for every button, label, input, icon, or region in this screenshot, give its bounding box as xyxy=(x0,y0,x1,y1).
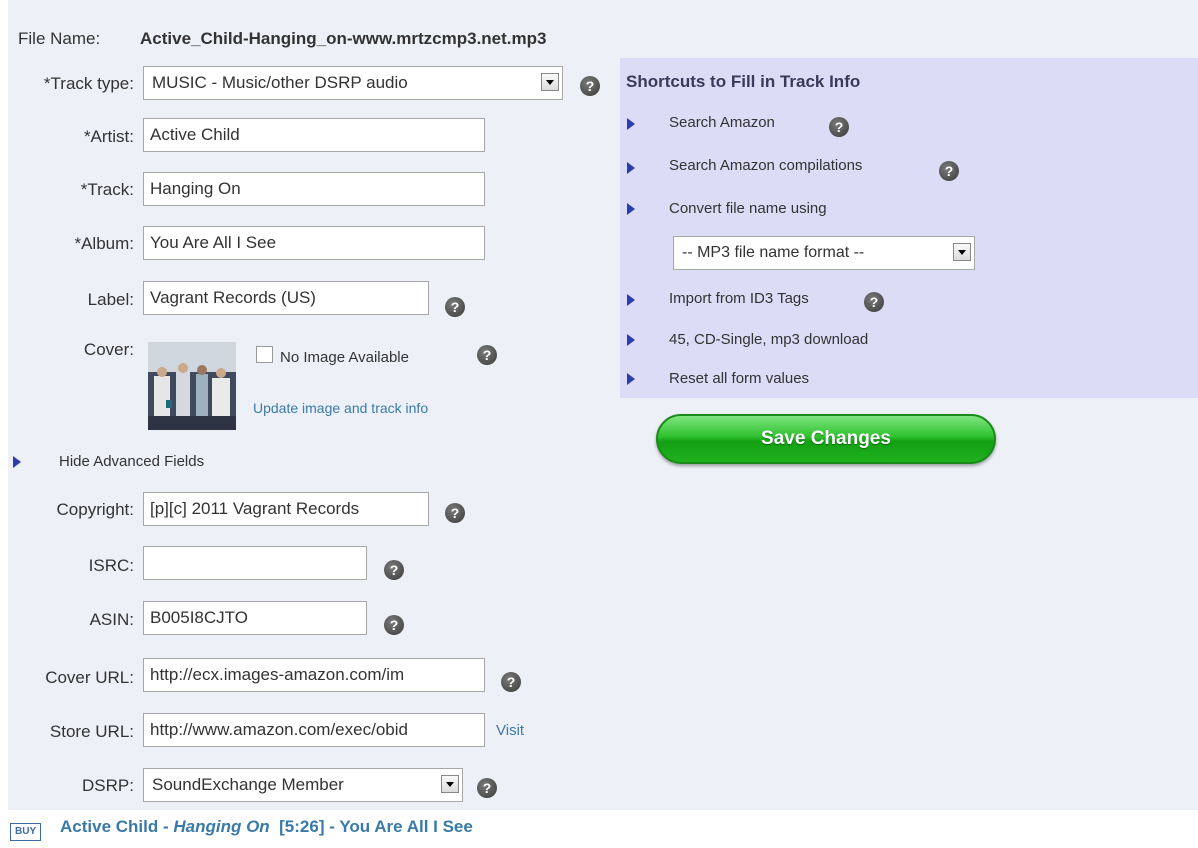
triangle-right-icon xyxy=(627,373,635,385)
summary-duration: [5:26] xyxy=(279,817,325,836)
summary-album-link[interactable]: You Are All I See xyxy=(339,817,473,836)
reset-form-link[interactable]: Reset all form values xyxy=(669,370,809,387)
summary-separator: - xyxy=(324,817,340,836)
triangle-right-icon xyxy=(627,118,635,130)
album-label: *Album: xyxy=(74,234,134,253)
mp3-format-select[interactable]: -- MP3 file name format -- xyxy=(673,236,975,270)
import-id3-help-icon[interactable]: ? xyxy=(864,292,884,312)
asin-label: ASIN: xyxy=(89,610,134,629)
asin-help-icon[interactable]: ? xyxy=(384,615,404,635)
dsrp-value: SoundExchange Member xyxy=(152,775,344,794)
no-image-label: No Image Available xyxy=(280,349,409,366)
release-type-link[interactable]: 45, CD-Single, mp3 download xyxy=(669,331,868,348)
convert-file-name-link[interactable]: Convert file name using xyxy=(669,200,827,217)
isrc-help-icon[interactable]: ? xyxy=(384,560,404,580)
triangle-right-icon xyxy=(627,294,635,306)
copyright-help-icon[interactable]: ? xyxy=(445,503,465,523)
summary-track-link[interactable]: Hanging On xyxy=(173,817,269,836)
triangle-right-icon xyxy=(627,162,635,174)
no-image-checkbox[interactable] xyxy=(256,346,273,363)
search-compilations-link[interactable]: Search Amazon compilations xyxy=(669,157,862,174)
cover-help-icon[interactable]: ? xyxy=(477,345,497,365)
track-type-help-icon[interactable]: ? xyxy=(580,76,600,96)
search-compilations-help-icon[interactable]: ? xyxy=(939,161,959,181)
dropdown-arrow-icon[interactable] xyxy=(953,243,971,261)
track-summary: Active Child - Hanging On [5:26] - You A… xyxy=(60,817,473,837)
visit-link[interactable]: Visit xyxy=(496,722,524,739)
record-label-label: Label: xyxy=(87,290,134,309)
import-id3-link[interactable]: Import from ID3 Tags xyxy=(669,290,809,307)
track-type-label: *Track type: xyxy=(43,74,134,93)
track-input[interactable]: Hanging On xyxy=(143,172,485,206)
dsrp-label: DSRP: xyxy=(82,776,134,795)
search-amazon-link[interactable]: Search Amazon xyxy=(669,114,775,131)
track-label: *Track: xyxy=(80,180,134,199)
file-name-label: File Name: xyxy=(18,29,101,48)
album-input[interactable]: You Are All I See xyxy=(143,226,485,260)
triangle-right-icon xyxy=(13,456,21,468)
track-type-value: MUSIC - Music/other DSRP audio xyxy=(152,73,408,92)
cover-url-help-icon[interactable]: ? xyxy=(501,672,521,692)
file-name-value: Active_Child-Hanging_on-www.mrtzcmp3.net… xyxy=(140,29,547,48)
search-amazon-help-icon[interactable]: ? xyxy=(829,117,849,137)
shortcuts-title: Shortcuts to Fill in Track Info xyxy=(626,72,861,91)
store-url-label: Store URL: xyxy=(49,722,134,741)
mp3-format-value: -- MP3 file name format -- xyxy=(682,244,865,261)
label-help-icon[interactable]: ? xyxy=(445,297,465,317)
copyright-input[interactable]: [p][c] 2011 Vagrant Records xyxy=(143,492,429,526)
cover-url-input[interactable]: http://ecx.images-amazon.com/im xyxy=(143,658,485,692)
dropdown-arrow-icon[interactable] xyxy=(541,73,559,91)
triangle-right-icon xyxy=(627,334,635,346)
store-url-input[interactable]: http://www.amazon.com/exec/obid xyxy=(143,713,485,747)
save-changes-button[interactable]: Save Changes xyxy=(656,414,996,464)
isrc-input[interactable] xyxy=(143,546,367,580)
copyright-label: Copyright: xyxy=(56,500,134,519)
summary-artist-link[interactable]: Active Child xyxy=(60,817,158,836)
artist-input[interactable]: Active Child xyxy=(143,118,485,152)
isrc-label: ISRC: xyxy=(88,556,134,575)
hide-advanced-fields-toggle[interactable]: Hide Advanced Fields xyxy=(59,453,204,470)
dsrp-help-icon[interactable]: ? xyxy=(477,778,497,798)
asin-input[interactable]: B005I8CJTO xyxy=(143,601,367,635)
update-image-link[interactable]: Update image and track info xyxy=(253,400,428,416)
summary-separator: - xyxy=(158,817,174,836)
cover-image xyxy=(148,342,236,430)
cover-label: Cover: xyxy=(83,340,134,359)
dsrp-select[interactable]: SoundExchange Member xyxy=(143,768,463,802)
artist-label: *Artist: xyxy=(83,127,134,146)
cover-url-label: Cover URL: xyxy=(45,668,134,687)
track-type-select[interactable]: MUSIC - Music/other DSRP audio xyxy=(143,66,563,100)
dropdown-arrow-icon[interactable] xyxy=(441,775,459,793)
triangle-right-icon xyxy=(627,203,635,215)
buy-button[interactable]: BUY xyxy=(10,823,42,841)
record-label-input[interactable]: Vagrant Records (US) xyxy=(143,281,429,315)
